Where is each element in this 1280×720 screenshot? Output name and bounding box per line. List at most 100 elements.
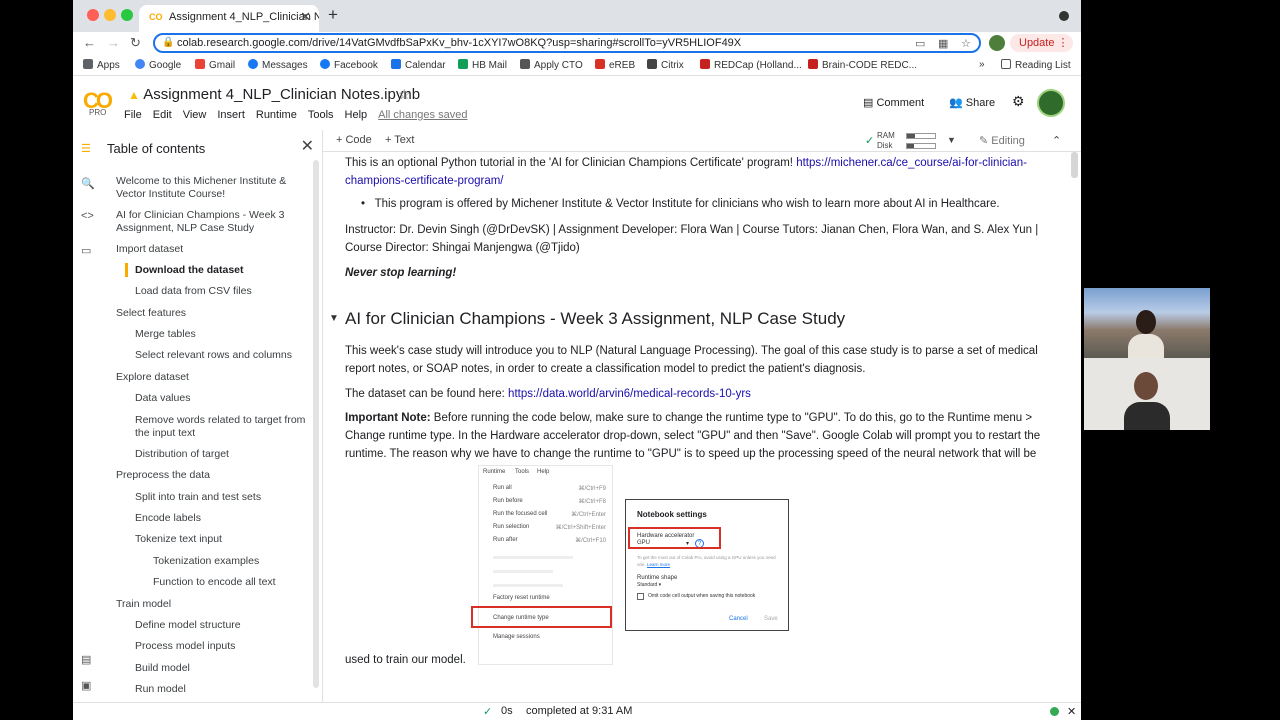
content-scrollbar[interactable] bbox=[1071, 152, 1078, 178]
toc-item[interactable]: Select relevant rows and columns bbox=[135, 349, 335, 362]
collapse-header-icon[interactable]: ⌃ bbox=[1052, 134, 1061, 147]
toc-item[interactable]: Run model bbox=[135, 683, 335, 696]
share-label: Share bbox=[965, 97, 996, 109]
toc-scrollbar[interactable] bbox=[313, 160, 319, 688]
bookmark-label: Brain-CODE REDC... bbox=[822, 60, 918, 71]
editing-label: Editing bbox=[991, 135, 1025, 147]
collapse-section-icon[interactable]: ▼ bbox=[329, 313, 339, 324]
code-snippets-icon[interactable]: <> bbox=[81, 210, 94, 222]
notebook-title[interactable]: ▲ Assignment 4_NLP_Clinician Notes.ipynb bbox=[128, 86, 420, 103]
bookmark-apply-cto[interactable]: Apply CTO bbox=[520, 59, 583, 71]
bookmark-google[interactable]: Google bbox=[135, 59, 181, 71]
notebook-title-text: Assignment 4_NLP_Clinician Notes.ipynb bbox=[143, 86, 421, 103]
shot-checkbox bbox=[637, 593, 644, 600]
settings-gear-icon[interactable]: ⚙ bbox=[1012, 93, 1025, 110]
toc-list-icon[interactable]: ☰ bbox=[81, 142, 91, 155]
bookmark-ereb[interactable]: eREB bbox=[595, 59, 635, 71]
resource-monitor[interactable]: RAM Disk bbox=[877, 131, 895, 151]
new-tab-button[interactable]: + bbox=[328, 5, 338, 25]
browser-tab[interactable]: CO Assignment 4_NLP_Clinician N ✕ bbox=[139, 5, 319, 32]
toc-item[interactable]: Select features bbox=[116, 307, 316, 320]
toc-item[interactable]: Train model bbox=[116, 598, 316, 611]
bookmark-brain-code[interactable]: Brain-CODE REDC... bbox=[808, 59, 917, 71]
toc-item[interactable]: Data values bbox=[135, 392, 335, 405]
toc-item[interactable]: Import dataset bbox=[116, 243, 316, 256]
forward-icon[interactable]: → bbox=[107, 35, 120, 50]
terminal-icon[interactable]: ▣ bbox=[81, 679, 91, 692]
toc-item[interactable]: Split into train and test sets bbox=[135, 491, 335, 504]
participant-body bbox=[1128, 334, 1164, 358]
menu-edit[interactable]: Edit bbox=[153, 109, 172, 121]
more-bookmarks-icon[interactable]: » bbox=[979, 59, 985, 70]
share-button[interactable]: 👥 Share bbox=[949, 96, 995, 109]
toc-item-active[interactable]: Download the dataset bbox=[135, 264, 335, 277]
runtime-menu-screenshot: Runtime Tools Help Run all ⌘/Ctrl+F9 Run… bbox=[478, 465, 613, 665]
save-status[interactable]: All changes saved bbox=[378, 109, 467, 121]
editing-mode[interactable]: ✎ Editing bbox=[979, 134, 1025, 147]
comment-label: Comment bbox=[876, 97, 925, 109]
section-heading: AI for Clinician Champions - Week 3 Assi… bbox=[345, 309, 846, 328]
bookmark-apps[interactable]: Apps bbox=[83, 59, 120, 71]
menu-file[interactable]: File bbox=[124, 109, 142, 121]
bookmark-facebook[interactable]: Facebook bbox=[320, 59, 378, 71]
completed-status[interactable]: completed at 9:31 AM bbox=[526, 705, 632, 717]
tab-search-icon[interactable] bbox=[1059, 11, 1069, 21]
close-tab-icon[interactable]: ✕ bbox=[300, 9, 311, 25]
toc-item[interactable]: Define model structure bbox=[135, 619, 335, 632]
toc-item[interactable]: Build model bbox=[135, 662, 335, 675]
files-folder-icon[interactable]: ▭ bbox=[81, 244, 91, 257]
menu-help[interactable]: Help bbox=[345, 109, 368, 121]
bullet-text: This program is offered by Michener Inst… bbox=[374, 198, 1000, 210]
bookmark-hb-mail[interactable]: HB Mail bbox=[458, 59, 507, 71]
runtime-dropdown-icon[interactable]: ▼ bbox=[947, 135, 956, 145]
menu-view[interactable]: View bbox=[183, 109, 207, 121]
bookmark-citrix[interactable]: Citrix bbox=[647, 59, 684, 71]
bookmark-gmail[interactable]: Gmail bbox=[195, 59, 235, 71]
star-icon[interactable]: ☆ bbox=[398, 86, 411, 103]
comment-button[interactable]: ▤ Comment bbox=[863, 96, 924, 109]
qr-code-icon[interactable]: ▦ bbox=[938, 37, 948, 50]
close-toc-icon[interactable]: ✕ bbox=[301, 136, 314, 156]
address-bar[interactable]: 🔒 colab.research.google.com/drive/14VatG… bbox=[153, 33, 981, 53]
install-icon[interactable]: ▭ bbox=[915, 37, 925, 50]
add-text-button[interactable]: + Text bbox=[385, 134, 414, 146]
toc-item[interactable]: Remove words related to target from the … bbox=[135, 414, 311, 440]
menu-runtime[interactable]: Runtime bbox=[256, 109, 297, 121]
menu-insert[interactable]: Insert bbox=[217, 109, 245, 121]
bookmark-star-icon[interactable]: ☆ bbox=[961, 37, 971, 50]
toc-item[interactable]: Preprocess the data bbox=[116, 469, 316, 482]
toc-item[interactable]: Welcome to this Michener Institute & Vec… bbox=[116, 175, 316, 201]
menu-tools[interactable]: Tools bbox=[308, 109, 334, 121]
back-icon[interactable]: ← bbox=[83, 35, 96, 50]
reload-icon[interactable]: ↻ bbox=[130, 35, 141, 51]
toc-item[interactable]: Distribution of target bbox=[135, 448, 335, 461]
minimize-window-button[interactable] bbox=[104, 9, 116, 21]
bookmark-calendar[interactable]: Calendar bbox=[391, 59, 446, 71]
toc-item[interactable]: Merge tables bbox=[135, 328, 335, 341]
bookmark-messages[interactable]: Messages bbox=[248, 59, 308, 71]
shot-save: Save bbox=[764, 616, 778, 622]
add-code-button[interactable]: + Code bbox=[336, 134, 372, 146]
toc-item[interactable]: Explore dataset bbox=[116, 371, 316, 384]
toc-item[interactable]: Tokenize text input bbox=[135, 533, 335, 546]
user-avatar[interactable] bbox=[1037, 89, 1065, 117]
toc-item[interactable]: Process model inputs bbox=[135, 640, 335, 653]
command-palette-icon[interactable]: ▤ bbox=[81, 653, 91, 666]
toc-item[interactable]: AI for Clinician Champions - Week 3 Assi… bbox=[116, 209, 316, 235]
bookmark-redcap[interactable]: REDCap (Holland... bbox=[700, 59, 802, 71]
runtime-instructions-image: Runtime Tools Help Run all ⌘/Ctrl+F9 Run… bbox=[471, 465, 792, 665]
execution-time: 0s bbox=[501, 705, 513, 717]
update-button[interactable]: Update ⋮ bbox=[1010, 34, 1073, 52]
profile-avatar[interactable] bbox=[989, 35, 1005, 51]
toc-item[interactable]: Encode labels bbox=[135, 512, 335, 525]
highlight-change-runtime bbox=[471, 606, 612, 628]
note-text: Before running the code below, make sure… bbox=[345, 412, 1041, 460]
search-icon[interactable]: 🔍 bbox=[81, 177, 95, 190]
dataset-link[interactable]: https://data.world/arvin6/medical-record… bbox=[508, 388, 751, 400]
close-status-icon[interactable]: ✕ bbox=[1067, 705, 1076, 718]
case-study-text: This week's case study will introduce yo… bbox=[345, 345, 1038, 375]
toc-item[interactable]: Load data from CSV files bbox=[135, 285, 335, 298]
maximize-window-button[interactable] bbox=[121, 9, 133, 21]
reading-list[interactable]: Reading List bbox=[1001, 59, 1071, 71]
close-window-button[interactable] bbox=[87, 9, 99, 21]
